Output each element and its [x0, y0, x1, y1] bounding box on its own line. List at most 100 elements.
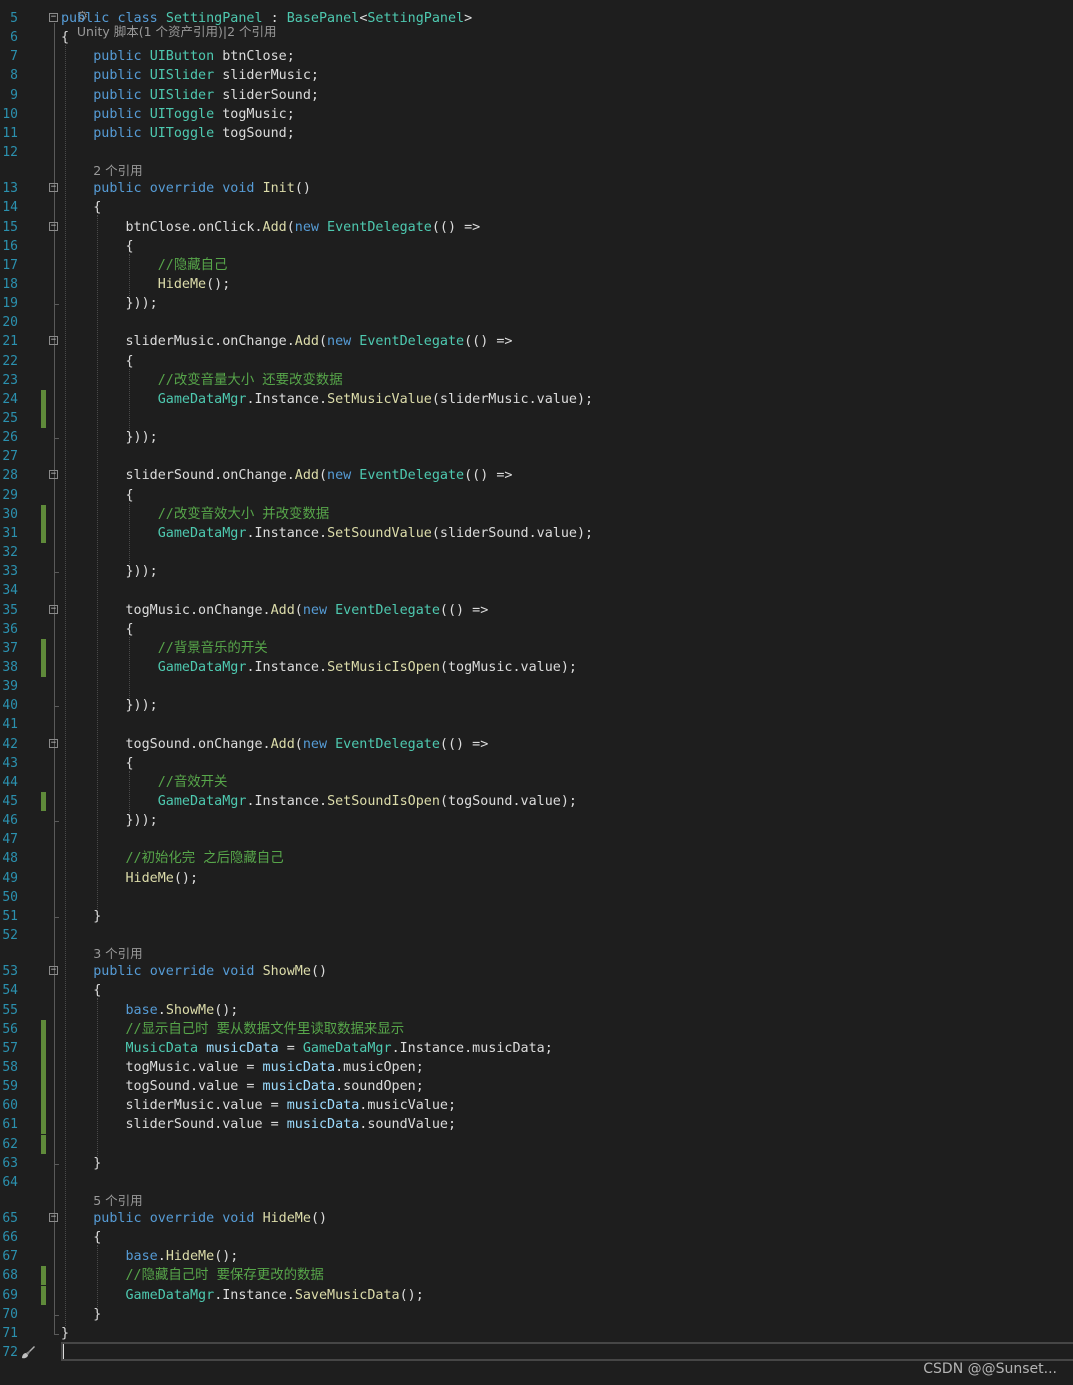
code-line[interactable]: 54 { — [0, 981, 1073, 1000]
code-line[interactable]: 32 — [0, 543, 1073, 562]
code-line[interactable]: 41 — [0, 715, 1073, 734]
code-token: MusicData — [125, 1040, 199, 1056]
code-line[interactable]: 71} — [0, 1324, 1073, 1343]
code-text: public class SettingPanel : BasePanel<Se… — [61, 9, 472, 28]
code-line[interactable]: 15 − btnClose.onClick.Add(new EventDelega… — [0, 218, 1073, 237]
fold-toggle-icon[interactable]: − — [49, 470, 58, 480]
code-token: = — [278, 1040, 303, 1056]
code-line[interactable]: 8 public UISlider sliderMusic; — [0, 66, 1073, 85]
code-line[interactable]: 52 — [0, 926, 1073, 945]
code-line[interactable]: 22 { — [0, 352, 1073, 371]
code-token: override — [149, 181, 223, 197]
code-line[interactable]: 36 { — [0, 620, 1073, 639]
code-token: .soundOpen; — [335, 1079, 424, 1095]
code-line[interactable]: 12 — [0, 143, 1073, 162]
fold-toggle-icon[interactable]: − — [49, 221, 58, 231]
code-line[interactable]: 65 − public override void HideMe() — [0, 1209, 1073, 1228]
code-line[interactable]: 51 } — [0, 907, 1073, 926]
code-line[interactable]: 20 — [0, 313, 1073, 332]
code-line[interactable]: 53 − public override void ShowMe() — [0, 962, 1073, 981]
code-text: })); — [61, 428, 157, 447]
code-line[interactable]: 18 HideMe(); — [0, 275, 1073, 294]
code-text: public UIButton btnClose; — [61, 47, 295, 66]
code-line[interactable]: 66 { — [0, 1228, 1073, 1247]
code-line[interactable]: 21 − sliderMusic.onChange.Add(new EventDe… — [0, 332, 1073, 351]
code-line[interactable]: 6{ — [0, 28, 1073, 47]
code-line[interactable]: 7 public UIButton btnClose; — [0, 47, 1073, 66]
codelens-references[interactable]: 5 个引用 — [93, 1193, 142, 1209]
code-line[interactable]: 11 public UIToggle togSound; — [0, 124, 1073, 143]
code-line[interactable]: 42 − togSound.onChange.Add(new EventDeleg… — [0, 735, 1073, 754]
fold-toggle-icon[interactable]: − — [49, 13, 58, 22]
fold-toggle-icon[interactable]: − — [49, 966, 58, 976]
fold-toggle-icon[interactable]: − — [49, 604, 58, 614]
code-line[interactable]: 25 — [0, 409, 1073, 428]
line-number: 20 — [2, 315, 18, 331]
code-line[interactable]: 24 GameDataMgr.Instance.SetMusicValue(sl… — [0, 389, 1073, 409]
code-line[interactable]: 59 togSound.value = musicData.soundOpen; — [0, 1077, 1073, 1097]
line-number: 54 — [2, 983, 18, 999]
code-line[interactable]: 50 — [0, 888, 1073, 907]
code-line[interactable]: 29 { — [0, 486, 1073, 505]
code-line[interactable]: 44 //音效开关 — [0, 773, 1073, 792]
code-line[interactable]: 23 //改变音量大小 还要改变数据 — [0, 371, 1073, 390]
fold-toggle-icon[interactable]: − — [49, 336, 58, 346]
fold-toggle-icon[interactable]: − — [49, 738, 58, 748]
code-token: SetMusicIsOpen — [327, 659, 440, 675]
codelens-references[interactable]: 2 个引用 — [93, 163, 142, 179]
code-line[interactable]: 14 { — [0, 198, 1073, 217]
code-line[interactable]: 69 GameDataMgr.Instance.SaveMusicData(); — [0, 1285, 1073, 1305]
code-line[interactable]: 45 GameDataMgr.Instance.SetSoundIsOpen(t… — [0, 792, 1073, 811]
code-line[interactable]: 30 //改变音效大小 并改变数据 — [0, 504, 1073, 524]
code-token: })); — [61, 698, 158, 714]
fold-toggle-icon[interactable]: − — [49, 183, 58, 193]
code-token: . — [157, 1002, 166, 1018]
code-line[interactable]: 56 //显示自己时 要从数据文件里读取数据来显示 — [0, 1019, 1073, 1039]
code-line[interactable]: 33 })); — [0, 562, 1073, 581]
code-line[interactable]: 68 //隐藏自己时 要保存更改的数据 — [0, 1266, 1073, 1286]
code-line[interactable]: 49 HideMe(); — [0, 869, 1073, 888]
code-line[interactable]: 63 } — [0, 1154, 1073, 1173]
code-line[interactable]: 39 — [0, 677, 1073, 696]
code-text: { — [61, 754, 133, 773]
code-line[interactable]: 38 GameDataMgr.Instance.SetMusicIsOpen(t… — [0, 657, 1073, 677]
code-line[interactable]: 48 //初始化完 之后隐藏自己 — [0, 849, 1073, 868]
code-line[interactable]: 70 } — [0, 1305, 1073, 1324]
code-text: sliderSound.onChange.Add(new EventDelega… — [61, 466, 512, 485]
fold-toggle-icon[interactable]: − — [49, 1213, 58, 1222]
code-line[interactable]: 27 — [0, 447, 1073, 466]
code-line[interactable]: 28 − sliderSound.onChange.Add(new EventDe… — [0, 466, 1073, 485]
code-line[interactable]: 13 − public override void Init() — [0, 179, 1073, 198]
code-line[interactable]: 62 — [0, 1134, 1073, 1154]
code-line[interactable]: 67 base.HideMe(); — [0, 1247, 1073, 1266]
code-line[interactable]: 55 base.ShowMe(); — [0, 1001, 1073, 1020]
code-line[interactable]: 46 })); — [0, 811, 1073, 830]
code-token: (); — [214, 1249, 239, 1265]
line-number: 71 — [2, 1325, 18, 1341]
code-token: GameDataMgr — [157, 659, 247, 675]
code-line[interactable]: 37 //背景音乐的开关 — [0, 638, 1073, 658]
code-line[interactable]: 19 })); — [0, 294, 1073, 313]
code-line[interactable]: 10 public UIToggle togMusic; — [0, 105, 1073, 124]
codelens-references[interactable]: 3 个引用 — [93, 946, 142, 962]
code-cleanup-brush-icon[interactable] — [20, 1344, 36, 1360]
code-line[interactable]: 31 GameDataMgr.Instance.SetSoundValue(sl… — [0, 523, 1073, 543]
code-line[interactable]: 9 public UISlider sliderSound; — [0, 86, 1073, 105]
code-line[interactable]: 17 //隐藏自己 — [0, 256, 1073, 275]
code-line[interactable]: 43 { — [0, 754, 1073, 773]
code-line[interactable]: 60 sliderMusic.value = musicData.musicVa… — [0, 1096, 1073, 1116]
code-line[interactable]: 5 − public class SettingPanel : BasePanel<… — [0, 9, 1073, 28]
code-line[interactable]: 40 })); — [0, 696, 1073, 715]
code-line[interactable]: 64 — [0, 1173, 1073, 1192]
code-line[interactable]: 26 })); — [0, 428, 1073, 447]
code-line[interactable]: 58 togMusic.value = musicData.musicOpen; — [0, 1057, 1073, 1077]
code-line[interactable]: 47 — [0, 830, 1073, 849]
code-line[interactable]: 57 MusicData musicData = GameDataMgr.Ins… — [0, 1038, 1073, 1058]
code-editor[interactable]: ⚙ Unity 脚本(1 个资产引用)|2 个引用 5− public class… — [0, 0, 1073, 1385]
code-line[interactable]: 35 − togMusic.onChange.Add(new EventDeleg… — [0, 601, 1073, 620]
code-line[interactable]: 34 — [0, 581, 1073, 600]
code-token: ( — [294, 602, 303, 618]
code-line[interactable]: 16 { — [0, 237, 1073, 256]
code-line[interactable]: 61 sliderSound.value = musicData.soundVa… — [0, 1115, 1073, 1135]
